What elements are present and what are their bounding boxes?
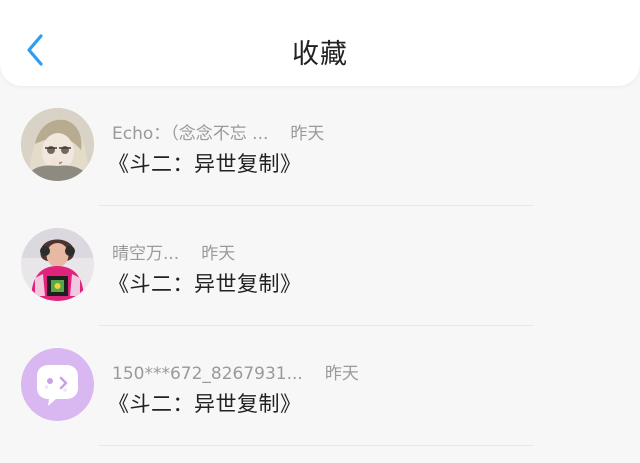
favorite-content[interactable]: 《斗二：异世复制》 bbox=[108, 148, 302, 178]
sender-name: 晴空万... bbox=[112, 244, 180, 264]
timestamp: 昨天 bbox=[324, 364, 359, 384]
list-item[interactable]: Echo：（念念不忘 ... 昨天 《斗二：异世复制》 bbox=[0, 86, 640, 206]
sender-name: Echo：（念念不忘 ... bbox=[112, 124, 269, 144]
list-item[interactable]: 晴空万... 昨天 《斗二：异世复制》 bbox=[0, 206, 640, 326]
anime-character-avatar-image bbox=[21, 108, 94, 181]
list-item[interactable]: 150***672_8267931... 昨天 《斗二：异世复制》 bbox=[0, 326, 640, 446]
sender-name: 150***672_8267931... bbox=[112, 364, 303, 384]
avatar[interactable] bbox=[21, 348, 94, 421]
top-bar: 收藏 bbox=[0, 0, 640, 86]
favorites-list: Echo：（念念不忘 ... 昨天 《斗二：异世复制》 晴空万... 昨天 《斗… bbox=[0, 86, 640, 446]
avatar[interactable] bbox=[21, 228, 94, 301]
favorite-content[interactable]: 《斗二：异世复制》 bbox=[108, 388, 302, 418]
timestamp: 昨天 bbox=[290, 124, 325, 144]
item-meta: Echo：（念念不忘 ... 昨天 bbox=[112, 119, 324, 144]
timestamp: 昨天 bbox=[201, 244, 236, 264]
page-title: 收藏 bbox=[292, 39, 348, 70]
child-photo-avatar-image bbox=[21, 228, 94, 301]
favorite-content[interactable]: 《斗二：异世复制》 bbox=[108, 268, 302, 298]
favorites-page: 收藏 Echo：（念念不忘 ... 昨天 《斗二：异世复制》 晴空万... 昨天… bbox=[0, 0, 640, 463]
divider bbox=[98, 445, 534, 446]
item-meta: 150***672_8267931... 昨天 bbox=[112, 359, 359, 384]
avatar[interactable] bbox=[21, 108, 94, 181]
default-chat-bubble-avatar-icon bbox=[21, 348, 94, 421]
item-meta: 晴空万... 昨天 bbox=[112, 239, 235, 264]
